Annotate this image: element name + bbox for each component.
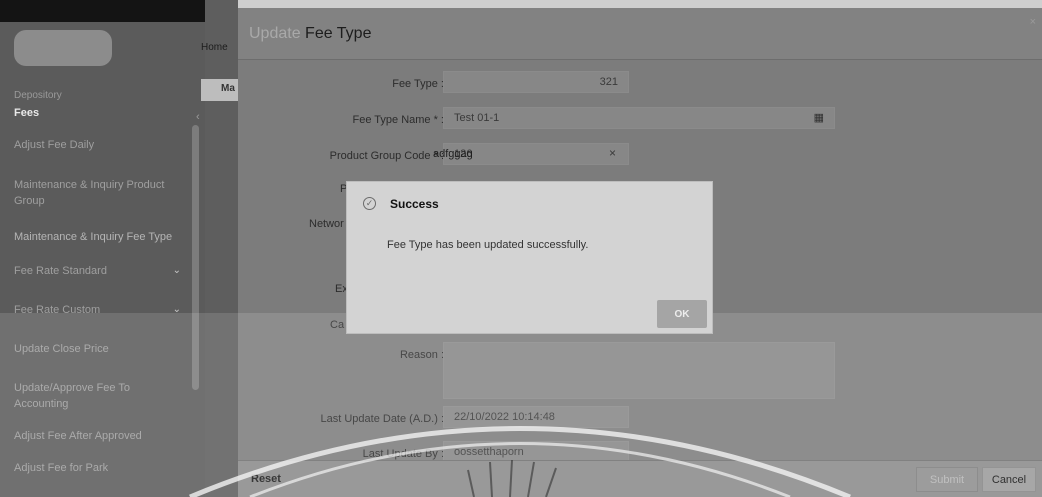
fee-type-name-label: Fee Type Name * :	[352, 114, 444, 126]
keyboard-icon[interactable]: ▦	[814, 111, 824, 124]
dialog-title: Success	[390, 197, 439, 211]
sidebar-item-label: Maintenance & Inquiry Product Group	[14, 179, 165, 207]
sidebar-topbar	[0, 0, 205, 22]
sidebar-item-maintenance-product-group[interactable]: Maintenance & Inquiry Product Group	[14, 177, 184, 209]
sidebar-item-label: Maintenance & Inquiry Fee Type	[14, 231, 173, 243]
sidebar-item-fee-rate-standard[interactable]: Fee Rate Standard ⌄	[14, 263, 189, 279]
close-icon[interactable]: ×	[1030, 16, 1036, 28]
panel-header: Update Fee Type ×	[238, 8, 1042, 60]
fee-type-name-input[interactable]: Test 01-1 ▦	[443, 107, 835, 129]
network-label: Networ	[309, 218, 344, 230]
dialog-message: Fee Type has been updated successfully.	[387, 239, 589, 251]
fee-type-value: 321	[599, 76, 618, 88]
product-group-description: adfggag	[433, 148, 473, 160]
overlay-band	[0, 313, 1042, 497]
home-link[interactable]: Home	[201, 42, 228, 53]
sidebar-item-label: Adjust Fee Daily	[14, 139, 95, 151]
check-circle-icon: ✓	[363, 197, 376, 210]
product-group-code-label: Product Group Code * :	[329, 150, 444, 162]
logo	[14, 30, 112, 66]
sidebar-title: Fees	[14, 107, 40, 119]
clear-icon[interactable]: ×	[609, 146, 616, 160]
ok-button[interactable]: OK	[657, 300, 707, 328]
fee-type-name-value: Test 01-1	[454, 112, 500, 124]
fee-type-field: 321	[443, 71, 629, 93]
chevron-left-icon[interactable]: ‹	[196, 111, 200, 123]
fee-type-label: Fee Type :	[392, 78, 444, 90]
success-dialog: ✓ Success Fee Type has been updated succ…	[346, 181, 713, 334]
sidebar-item-maintenance-fee-type[interactable]: Maintenance & Inquiry Fee Type	[14, 229, 189, 245]
sidebar-item-adjust-fee-daily[interactable]: Adjust Fee Daily	[14, 137, 189, 153]
background-tab[interactable]: Ma	[201, 79, 238, 101]
sidebar-item-label: Fee Rate Standard	[14, 265, 107, 277]
page-title: Update Fee Type	[249, 25, 372, 42]
chevron-down-icon: ⌄	[172, 265, 181, 276]
sidebar-section-label: Depository	[14, 90, 62, 101]
